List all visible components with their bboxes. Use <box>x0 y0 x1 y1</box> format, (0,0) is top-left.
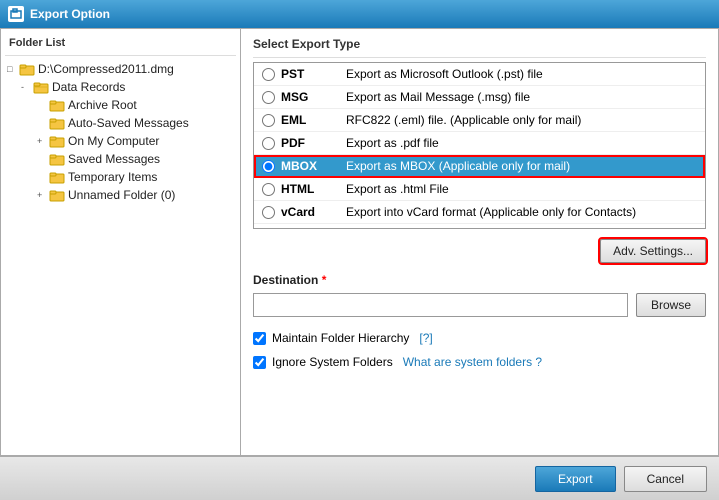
tree-item-on-my-computer[interactable]: + On My Computer <box>5 132 236 150</box>
export-type-msg[interactable]: MSG Export as Mail Message (.msg) file <box>254 86 705 109</box>
export-type-name-mbox: MBOX <box>281 159 346 173</box>
export-type-pst[interactable]: PST Export as Microsoft Outlook (.pst) f… <box>254 63 705 86</box>
export-type-list-container: PST Export as Microsoft Outlook (.pst) f… <box>253 62 706 229</box>
export-type-ics[interactable]: ICS Export to ICS Format (Applicable onl… <box>254 224 705 228</box>
expander-data-records[interactable]: - <box>21 82 33 92</box>
export-button[interactable]: Export <box>535 466 616 492</box>
tree-item-auto-saved[interactable]: Auto-Saved Messages <box>5 114 236 132</box>
export-type-name-html: HTML <box>281 182 346 196</box>
drive-icon <box>19 62 35 76</box>
radio-vcard[interactable] <box>262 206 275 219</box>
export-type-desc-pdf: Export as .pdf file <box>346 136 439 150</box>
folder-open-icon <box>33 80 49 94</box>
maintain-hierarchy-checkbox[interactable] <box>253 332 266 345</box>
radio-eml[interactable] <box>262 114 275 127</box>
export-type-list[interactable]: PST Export as Microsoft Outlook (.pst) f… <box>254 63 705 228</box>
export-type-desc-mbox: Export as MBOX (Applicable only for mail… <box>346 159 570 173</box>
destination-input[interactable] <box>253 293 628 317</box>
export-type-html[interactable]: HTML Export as .html File <box>254 178 705 201</box>
tree-label-auto-saved: Auto-Saved Messages <box>68 116 189 130</box>
folder-icon-unnamed <box>49 188 65 202</box>
export-type-desc-pst: Export as Microsoft Outlook (.pst) file <box>346 67 543 81</box>
expander-on-my-computer[interactable]: + <box>37 136 49 146</box>
folder-icon-temporary-items <box>49 170 65 184</box>
cancel-button[interactable]: Cancel <box>624 466 707 492</box>
folder-tree: □ D:\Compressed2011.dmg - Data Records <box>5 60 236 204</box>
window-icon <box>8 6 24 22</box>
export-type-desc-html: Export as .html File <box>346 182 449 196</box>
folder-list-panel: Folder List □ D:\Compressed2011.dmg - <box>1 29 241 455</box>
maintain-hierarchy-help[interactable]: [?] <box>419 331 432 345</box>
radio-pdf[interactable] <box>262 137 275 150</box>
tree-label-unnamed-folder: Unnamed Folder (0) <box>68 188 175 202</box>
export-type-desc-eml: RFC822 (.eml) file. (Applicable only for… <box>346 113 581 127</box>
tree-label-archive-root: Archive Root <box>68 98 137 112</box>
expander-unnamed-folder[interactable]: + <box>37 190 49 200</box>
expander-drive[interactable]: □ <box>7 64 19 74</box>
tree-label-on-my-computer: On My Computer <box>68 134 159 148</box>
ignore-system-folders-label: Ignore System Folders <box>272 355 393 369</box>
browse-button[interactable]: Browse <box>636 293 706 317</box>
ignore-system-folders-checkbox[interactable] <box>253 356 266 369</box>
export-type-name-msg: MSG <box>281 90 346 104</box>
export-type-header: Select Export Type <box>253 37 706 58</box>
tree-label-saved-messages: Saved Messages <box>68 152 160 166</box>
tree-item-drive[interactable]: □ D:\Compressed2011.dmg <box>5 60 236 78</box>
export-type-mbox[interactable]: MBOX Export as MBOX (Applicable only for… <box>254 155 705 178</box>
export-type-name-eml: EML <box>281 113 346 127</box>
adv-settings-button[interactable]: Adv. Settings... <box>600 239 706 263</box>
destination-row: Browse <box>253 293 706 317</box>
radio-pst[interactable] <box>262 68 275 81</box>
tree-label-drive: D:\Compressed2011.dmg <box>38 62 174 76</box>
window-title: Export Option <box>30 7 110 21</box>
what-are-system-folders-link[interactable]: What are system folders ? <box>403 355 542 369</box>
folder-icon-on-my-computer <box>49 134 65 148</box>
export-type-name-vcard: vCard <box>281 205 346 219</box>
folder-list-header: Folder List <box>5 33 236 56</box>
export-type-name-pdf: PDF <box>281 136 346 150</box>
main-content: Folder List □ D:\Compressed2011.dmg - <box>0 28 719 456</box>
radio-mbox[interactable] <box>262 160 275 173</box>
destination-label: Destination * <box>253 273 706 287</box>
tree-label-temporary-items: Temporary Items <box>68 170 157 184</box>
radio-html[interactable] <box>262 183 275 196</box>
tree-item-saved-messages[interactable]: Saved Messages <box>5 150 236 168</box>
tree-item-archive-root[interactable]: Archive Root <box>5 96 236 114</box>
folder-icon-saved-messages <box>49 152 65 166</box>
maintain-hierarchy-row: Maintain Folder Hierarchy [?] <box>253 331 706 345</box>
required-marker: * <box>322 273 327 287</box>
maintain-hierarchy-label: Maintain Folder Hierarchy <box>272 331 409 345</box>
folder-icon-auto-saved <box>49 116 65 130</box>
tree-item-data-records[interactable]: - Data Records <box>5 78 236 96</box>
title-bar: Export Option <box>0 0 719 28</box>
bottom-bar: Export Cancel <box>0 456 719 500</box>
export-type-vcard[interactable]: vCard Export into vCard format (Applicab… <box>254 201 705 224</box>
ignore-system-folders-row: Ignore System Folders What are system fo… <box>253 355 706 369</box>
export-type-desc-vcard: Export into vCard format (Applicable onl… <box>346 205 636 219</box>
export-type-pdf[interactable]: PDF Export as .pdf file <box>254 132 705 155</box>
tree-label-data-records: Data Records <box>52 80 125 94</box>
export-type-name-pst: PST <box>281 67 346 81</box>
tree-item-unnamed-folder[interactable]: + Unnamed Folder (0) <box>5 186 236 204</box>
folder-icon-archive <box>49 98 65 112</box>
radio-msg[interactable] <box>262 91 275 104</box>
tree-item-temporary-items[interactable]: Temporary Items <box>5 168 236 186</box>
export-type-eml[interactable]: EML RFC822 (.eml) file. (Applicable only… <box>254 109 705 132</box>
export-type-desc-msg: Export as Mail Message (.msg) file <box>346 90 530 104</box>
export-options-panel: Select Export Type PST Export as Microso… <box>241 29 718 455</box>
